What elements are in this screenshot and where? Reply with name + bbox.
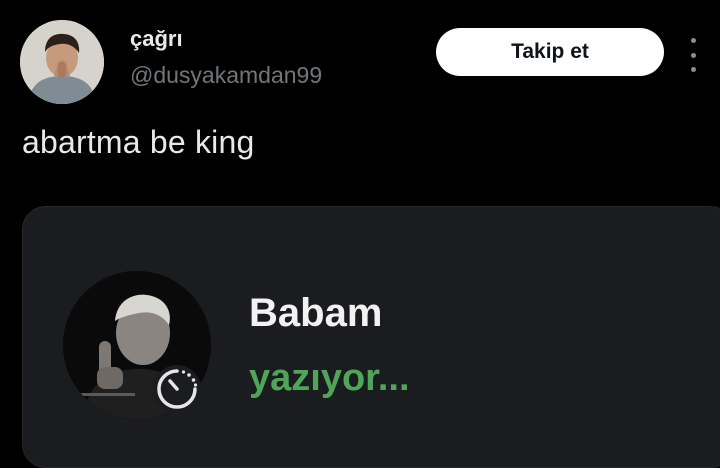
author-handle[interactable]: @dusyakamdan99 (130, 62, 322, 89)
disappearing-timer-icon (153, 365, 201, 413)
tweet-media-card[interactable]: Babam yazıyor... (22, 206, 720, 468)
contact-name: Babam (249, 291, 383, 335)
tweet: çağrı @dusyakamdan99 Takip et abartma be… (0, 0, 720, 468)
author-avatar-photo (20, 20, 104, 104)
typing-status: yazıyor... (249, 357, 410, 399)
tweet-text: abartma be king (22, 124, 255, 160)
more-vertical-icon[interactable] (688, 38, 698, 72)
author-display-name[interactable]: çağrı (130, 26, 183, 52)
author-avatar[interactable] (20, 20, 104, 104)
follow-button[interactable]: Takip et (436, 28, 664, 76)
